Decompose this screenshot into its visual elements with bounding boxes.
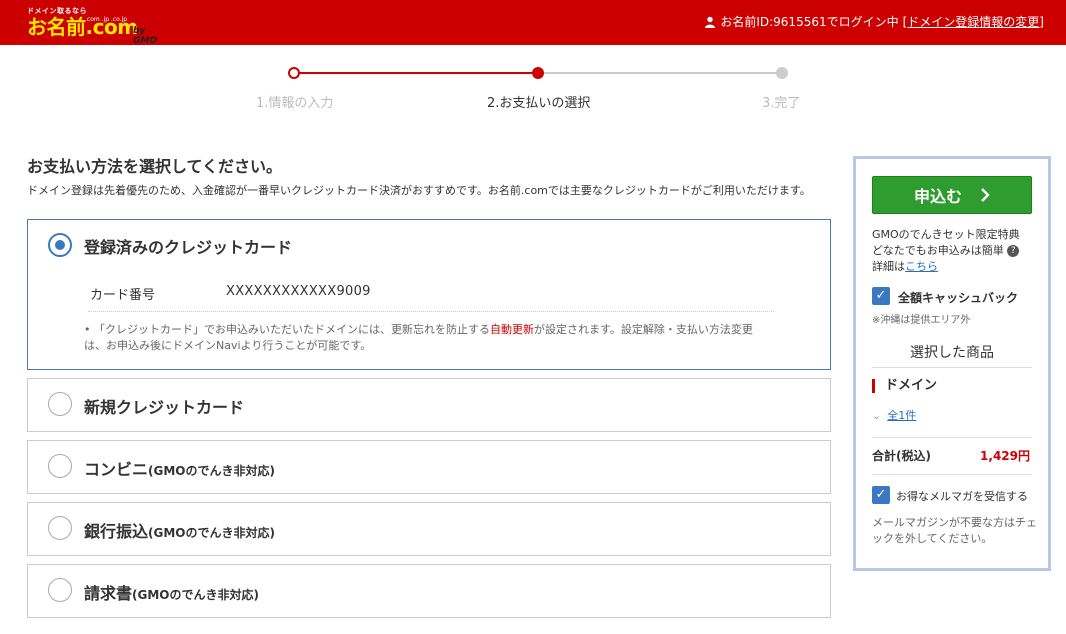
auto-renew-highlight: 自動更新 bbox=[490, 323, 534, 336]
option-label-main: 銀行振込 bbox=[84, 522, 149, 541]
radio-new-card[interactable] bbox=[48, 392, 72, 416]
promo-line-2: どなたでもお申込みは簡単 ? bbox=[872, 243, 1042, 259]
option-note: (GMOのでんき非対応) bbox=[148, 526, 275, 540]
option-label-main: コンビニ bbox=[84, 460, 149, 479]
option-label: 登録済みのクレジットカード bbox=[84, 238, 293, 257]
progress-stepper: 1.情報の入力 2.お支払いの選択 3.完了 bbox=[250, 62, 830, 112]
site-header: ドメイン取るなら お名前.com .com .jp .co.jp by GMO … bbox=[0, 0, 1066, 46]
apply-button[interactable]: 申込む bbox=[872, 176, 1032, 214]
step-label-complete: 3.完了 bbox=[762, 96, 801, 111]
radio-bank-transfer[interactable] bbox=[48, 516, 72, 540]
domain-heading: ドメイン bbox=[872, 379, 937, 393]
step-dot-2 bbox=[532, 67, 544, 79]
option-label: コンビニ(GMOのでんき非対応) bbox=[84, 456, 275, 480]
step-dot-1 bbox=[288, 67, 300, 79]
step-label-payment: 2.お支払いの選択 bbox=[487, 96, 591, 111]
login-status: お名前ID:9615561でログイン中 [ドメイン登録情報の変更] bbox=[704, 13, 1044, 30]
domain-info-change-link[interactable]: [ドメイン登録情報の変更] bbox=[903, 13, 1044, 30]
onamae-logo[interactable]: ドメイン取るなら お名前.com .com .jp .co.jp by GMO bbox=[27, 6, 157, 46]
payment-option-invoice[interactable]: 請求書(GMOのでんき非対応) bbox=[27, 564, 831, 618]
card-number-value: XXXXXXXXXXXX9009 bbox=[226, 284, 371, 299]
logo-gmo: by GMO bbox=[133, 26, 157, 46]
option-label: 新規クレジットカード bbox=[84, 398, 245, 417]
auto-renew-note: • 「クレジットカード」でお申込みいただいたドメインには、更新忘れを防止する自動… bbox=[84, 323, 753, 352]
page-title: お支払い方法を選択してください。 bbox=[27, 157, 283, 176]
promo-detail-link[interactable]: こちら bbox=[905, 260, 938, 273]
divider bbox=[872, 367, 1032, 368]
option-label-main: 請求書 bbox=[84, 584, 133, 603]
radio-convenience-store[interactable] bbox=[48, 454, 72, 478]
option-label: 請求書(GMOのでんき非対応) bbox=[84, 580, 259, 604]
stepper-track-todo bbox=[538, 72, 782, 74]
chevron-right-icon bbox=[981, 188, 990, 202]
payment-option-new-card[interactable]: 新規クレジットカード bbox=[27, 378, 831, 432]
card-number-key: カード番号 bbox=[90, 288, 156, 303]
login-text: お名前ID:9615561でログイン中 bbox=[720, 15, 899, 29]
page-subtitle: ドメイン登録は先着優先のため、入金確認が一番早いクレジットカード決済がおすすめで… bbox=[27, 184, 811, 197]
domain-count-toggle[interactable]: ⌄ 全1件 bbox=[872, 407, 916, 423]
total-value: 1,429円 bbox=[980, 449, 1030, 463]
radio-invoice[interactable] bbox=[48, 578, 72, 602]
apply-button-label: 申込む bbox=[913, 187, 962, 206]
payment-option-saved-card[interactable]: 登録済みのクレジットカード カード番号 XXXXXXXXXXXX9009 • 「… bbox=[27, 219, 831, 370]
cashback-checkbox[interactable]: ✓ bbox=[872, 287, 890, 305]
domain-count-link[interactable]: 全1件 bbox=[887, 409, 916, 422]
option-label: 銀行振込(GMOのでんき非対応) bbox=[84, 518, 275, 542]
note-prefix: 「クレジットカード」でお申込みいただいたドメインには、更新忘れを防止する bbox=[94, 323, 490, 336]
option-note: (GMOのでんき非対応) bbox=[132, 588, 259, 602]
step-dot-3 bbox=[776, 67, 788, 79]
stepper-track-done bbox=[294, 72, 538, 74]
newsletter-label: お得なメルマガを受信する bbox=[896, 490, 1028, 503]
question-icon[interactable]: ? bbox=[1007, 245, 1020, 257]
payment-option-bank-transfer[interactable]: 銀行振込(GMOのでんき非対応) bbox=[27, 502, 831, 556]
user-icon bbox=[705, 16, 716, 28]
denki-promo: GMOのでんきセット限定特典 どなたでもお申込みは簡単 ? 詳細はこちら bbox=[872, 227, 1042, 275]
okinawa-note: ※沖縄は提供エリア外 bbox=[872, 315, 971, 326]
selected-products-title: 選択した商品 bbox=[910, 345, 994, 361]
payment-option-convenience-store[interactable]: コンビニ(GMOのでんき非対応) bbox=[27, 440, 831, 494]
newsletter-checkbox[interactable]: ✓ bbox=[872, 486, 890, 504]
divider bbox=[872, 437, 1032, 438]
cashback-label: 全額キャッシュバック bbox=[898, 291, 1019, 305]
promo-line-1: GMOのでんきセット限定特典 bbox=[872, 228, 1020, 241]
divider bbox=[872, 474, 1032, 475]
newsletter-note: メールマガジンが不要な方はチェックを外してください。 bbox=[872, 516, 1037, 545]
radio-saved-card[interactable] bbox=[48, 233, 72, 257]
option-note: (GMOのでんき非対応) bbox=[148, 464, 275, 478]
chevron-down-icon: ⌄ bbox=[872, 409, 882, 422]
logo-tld-text: .com .jp .co.jp bbox=[85, 16, 128, 23]
order-sidebar: 申込む GMOのでんきセット限定特典 どなたでもお申込みは簡単 ? 詳細はこちら… bbox=[853, 156, 1051, 571]
promo-line-3: 詳細はこちら bbox=[872, 260, 938, 273]
step-label-input: 1.情報の入力 bbox=[256, 96, 334, 111]
card-number-row: カード番号 XXXXXXXXXXXX9009 bbox=[88, 282, 774, 312]
total-label: 合計(税込) bbox=[872, 449, 931, 463]
